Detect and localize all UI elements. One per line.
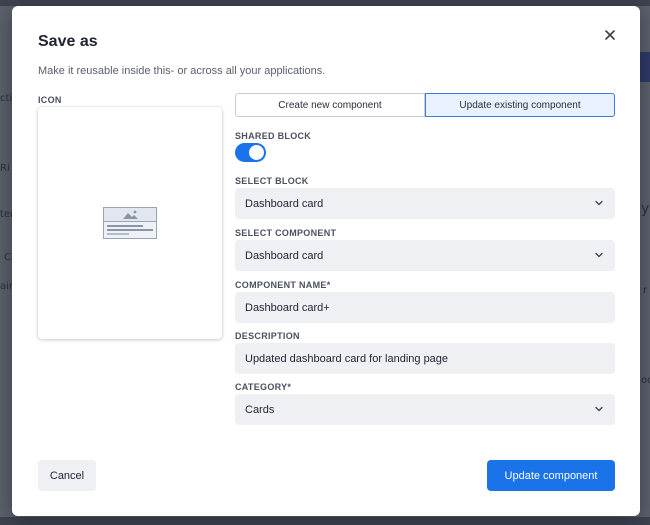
description-value: Updated dashboard card for landing page bbox=[245, 352, 449, 365]
tab-create-new-component[interactable]: Create new component bbox=[235, 93, 425, 117]
select-block-value: Dashboard card bbox=[245, 197, 324, 210]
component-name-input[interactable]: Dashboard card+ bbox=[235, 292, 615, 323]
toggle-knob bbox=[249, 145, 264, 160]
select-component-value: Dashboard card bbox=[245, 249, 324, 262]
background-fragment: y bbox=[641, 201, 650, 217]
shared-block-label: SHARED BLOCK bbox=[235, 131, 312, 141]
background-fragment: r bbox=[643, 285, 648, 296]
category-label: CATEGORY* bbox=[235, 382, 292, 392]
chevron-down-icon bbox=[595, 252, 603, 258]
background-fragment: oo bbox=[641, 375, 650, 386]
tab-update-existing-component[interactable]: Update existing component bbox=[425, 93, 615, 117]
background-bottom-bar bbox=[0, 517, 650, 525]
background-fragment: Ri bbox=[0, 163, 10, 174]
description-label: DESCRIPTION bbox=[235, 331, 300, 341]
dialog-subtitle: Make it reusable inside this- or across … bbox=[38, 65, 326, 77]
icon-preview-card[interactable] bbox=[38, 107, 222, 339]
mode-tabs: Create new component Update existing com… bbox=[235, 93, 615, 117]
select-block-label: SELECT BLOCK bbox=[235, 176, 309, 186]
component-name-value: Dashboard card+ bbox=[245, 301, 330, 314]
category-value: Cards bbox=[245, 403, 275, 416]
select-block-dropdown[interactable]: Dashboard card bbox=[235, 188, 615, 219]
description-input[interactable]: Updated dashboard card for landing page bbox=[235, 343, 615, 374]
chevron-down-icon bbox=[595, 406, 603, 412]
icon-label: ICON bbox=[38, 95, 62, 105]
update-component-button[interactable]: Update component bbox=[487, 460, 615, 491]
chevron-down-icon bbox=[595, 200, 603, 206]
select-component-label: SELECT COMPONENT bbox=[235, 228, 337, 238]
select-component-dropdown[interactable]: Dashboard card bbox=[235, 240, 615, 271]
component-name-label: COMPONENT NAME* bbox=[235, 280, 331, 290]
shared-block-toggle[interactable] bbox=[235, 143, 266, 162]
dialog-title: Save as bbox=[38, 33, 98, 50]
cancel-button[interactable]: Cancel bbox=[38, 460, 96, 491]
background-accent-block bbox=[640, 52, 650, 82]
image-placeholder-icon bbox=[103, 207, 157, 239]
close-icon[interactable] bbox=[602, 27, 618, 43]
save-as-dialog: Save as Make it reusable inside this- or… bbox=[12, 6, 640, 516]
category-dropdown[interactable]: Cards bbox=[235, 394, 615, 425]
